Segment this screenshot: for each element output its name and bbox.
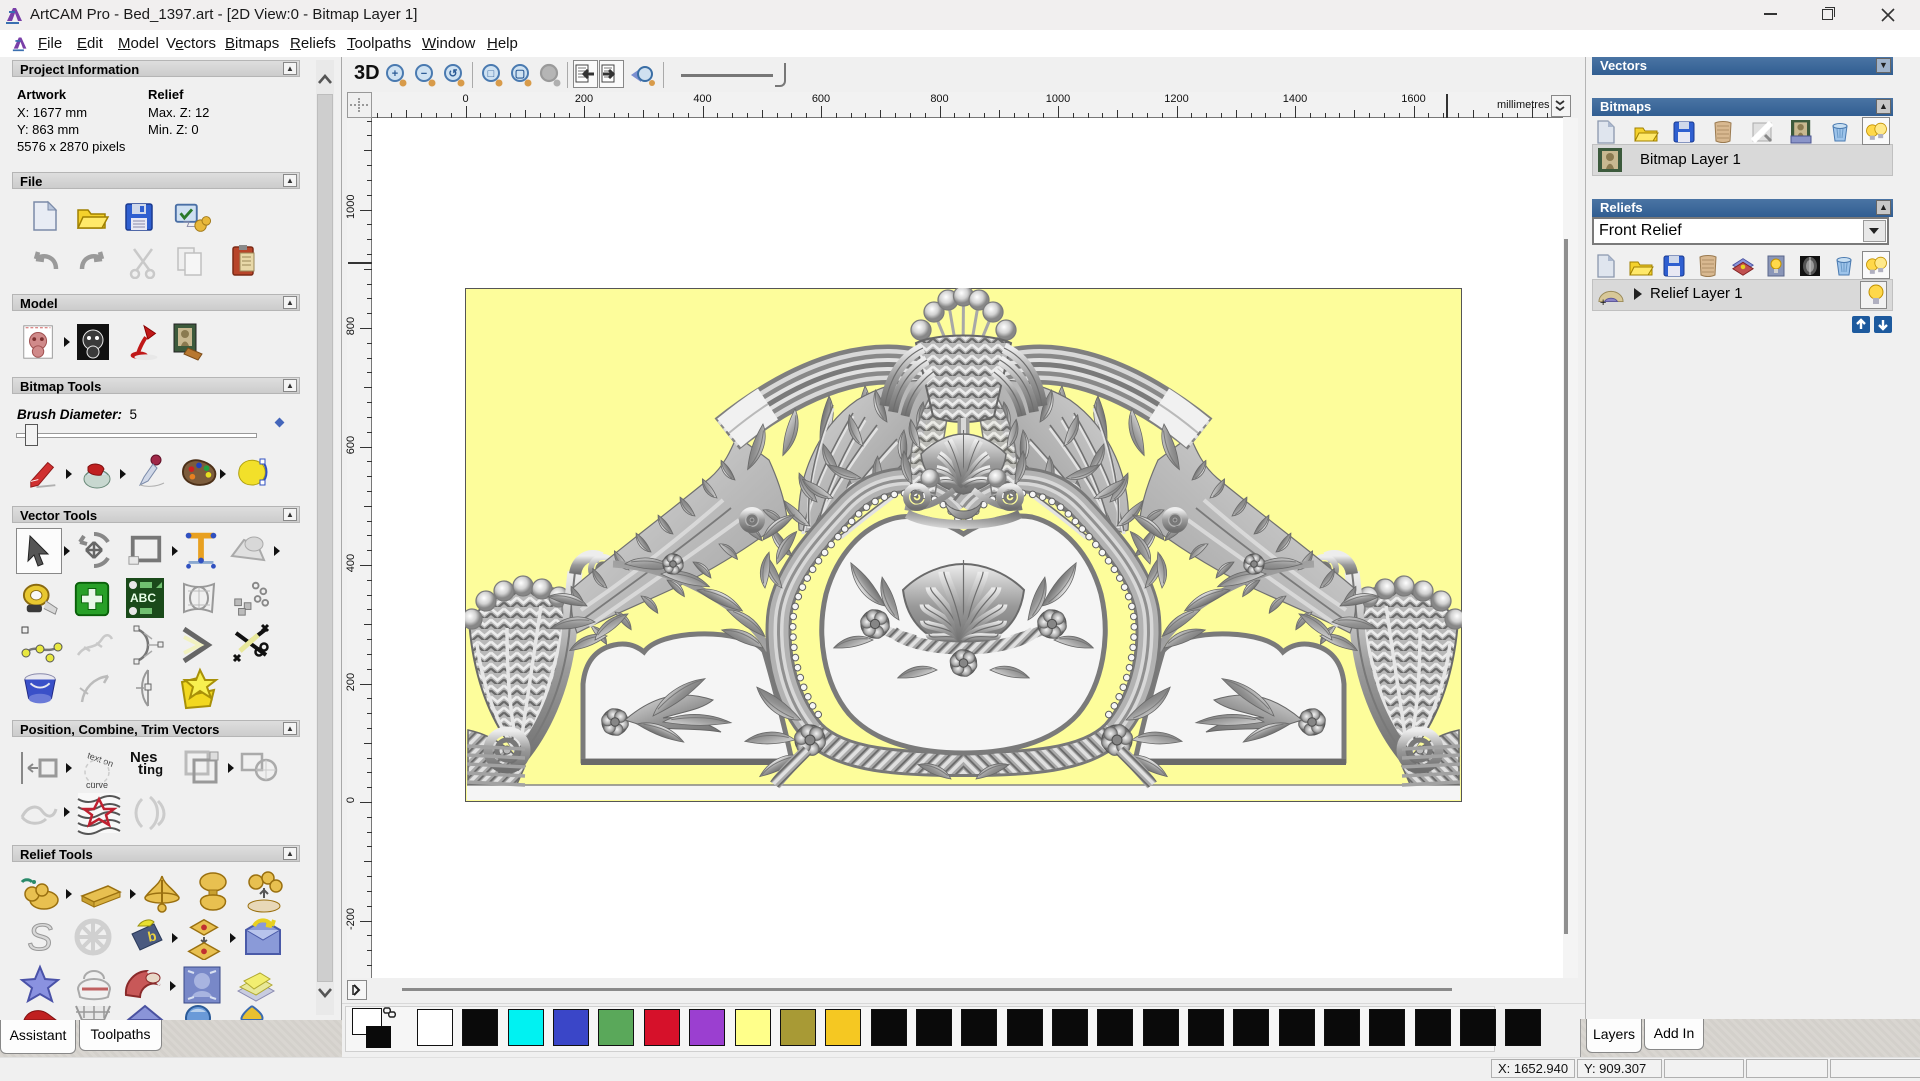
svg-text:↺: ↺ bbox=[448, 68, 457, 80]
svg-text:ABC: ABC bbox=[130, 591, 156, 605]
svg-text:ting: ting bbox=[138, 761, 163, 778]
svg-text:S: S bbox=[27, 918, 52, 958]
svg-text:+: + bbox=[1600, 297, 1607, 309]
svg-text:curve: curve bbox=[86, 780, 108, 790]
svg-text:text on: text on bbox=[86, 750, 115, 769]
svg-text:▢: ▢ bbox=[515, 68, 525, 80]
svg-text:□: □ bbox=[488, 68, 495, 80]
svg-text:+: + bbox=[392, 68, 398, 80]
svg-text:−: − bbox=[421, 68, 427, 80]
